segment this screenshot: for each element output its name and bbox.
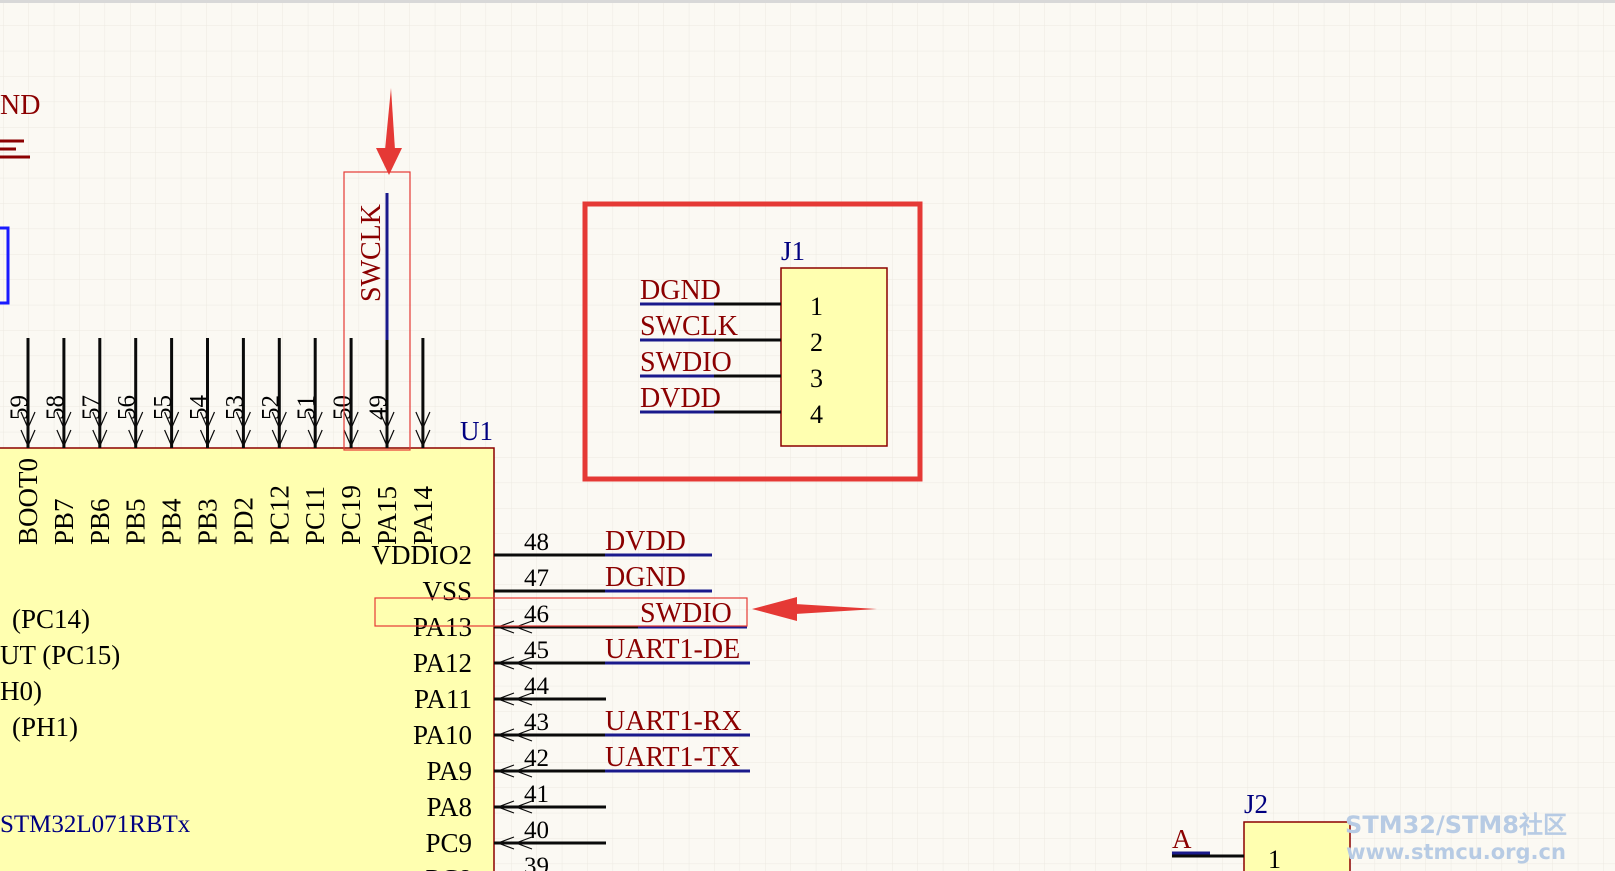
u1-right-pin-name[interactable]: VDDIO2 [372, 540, 473, 570]
u1-right-pin-name[interactable]: VSS [422, 576, 472, 606]
u1-top-pin-name[interactable]: BOOT0 [13, 458, 43, 545]
u1-right-pin-number: 43 [524, 709, 549, 736]
swclk-net-label[interactable]: SWCLK [356, 204, 387, 302]
j1-designator[interactable]: J1 [781, 236, 805, 266]
u1-left-label: (PC14) [12, 604, 90, 634]
u1-top-pin-name[interactable]: PB4 [157, 498, 187, 545]
watermark: STM32/STM8社区 www.stmcu.org.cn [1345, 812, 1567, 866]
u1-top-pin-name[interactable]: PA14 [408, 485, 438, 545]
fragment-net-label[interactable]: ND [0, 90, 40, 121]
j2-pin-1-number: 1 [1268, 845, 1281, 871]
u1-right-pin-number: 41 [524, 781, 549, 808]
u1-top-pin-name[interactable]: PB3 [193, 498, 223, 545]
schematic-canvas[interactable]: ND U1 STM32L071RBTx (PC14) UT (PC15) H0) (P… [0, 0, 1615, 871]
u1-top-pin-number: 58 [42, 395, 69, 420]
u1-right-pin-number: 45 [524, 637, 549, 664]
u1-right-pin-number: 42 [524, 745, 549, 772]
u1-top-pin-number: 57 [78, 395, 105, 420]
watermark-line-2: www.stmcu.org.cn [1346, 840, 1566, 864]
u1-top-pin-name[interactable]: PB5 [121, 498, 151, 545]
u1-right-pin-name[interactable]: PA12 [413, 648, 472, 678]
u1-right-pin-number: 44 [524, 673, 550, 700]
j2-pin-1-net[interactable]: A [1172, 824, 1192, 854]
j1-net-label[interactable]: DGND [640, 275, 721, 306]
top-scrollbar-edge [0, 0, 1615, 3]
u1-top-pin-number: 56 [114, 395, 141, 420]
j2-body[interactable] [1243, 821, 1351, 871]
u1-left-label: H0) [0, 676, 42, 706]
u1-right-pin-name[interactable]: PC8 [425, 864, 472, 871]
u1-part-name: STM32L071RBTx [0, 811, 191, 838]
j1-body[interactable] [780, 267, 888, 447]
u1-right-pin-name[interactable]: PA11 [414, 684, 472, 714]
u1-right-net-label[interactable]: UART1-TX [605, 742, 740, 773]
u1-top-pin-name[interactable]: PA15 [372, 486, 402, 545]
u1-right-pin-name[interactable]: PA8 [426, 792, 472, 822]
j1-pin-number: 1 [810, 292, 823, 321]
u1-right-pin-name[interactable]: PA10 [413, 720, 472, 750]
watermark-line-1: STM32/STM8社区 [1345, 811, 1567, 839]
u1-left-label: UT (PC15) [0, 640, 120, 670]
j1-pin-number: 3 [810, 364, 823, 393]
u1-top-pin-number: 59 [6, 395, 33, 420]
u1-top-pin-number: 53 [221, 395, 248, 420]
u1-left-label: (PH1) [12, 712, 78, 742]
u1-right-pin-name[interactable]: PC9 [425, 828, 472, 858]
u1-top-pin-name[interactable]: PC12 [264, 485, 294, 545]
j2-designator[interactable]: J2 [1244, 789, 1268, 819]
u1-designator[interactable]: U1 [460, 416, 493, 446]
u1-right-net-label[interactable]: SWDIO [640, 598, 732, 629]
u1-right-net-label[interactable]: UART1-DE [605, 634, 740, 665]
u1-top-pin-number: 52 [257, 395, 284, 420]
u1-right-net-label[interactable]: DGND [605, 562, 686, 593]
j1-pin-number: 2 [810, 328, 823, 357]
u1-right-pin-name[interactable]: PA13 [413, 612, 472, 642]
u1-top-pin-number: 55 [150, 395, 177, 420]
u1-right-pin-number: 46 [524, 601, 549, 628]
u1-top-pin-name[interactable]: PC19 [336, 485, 366, 545]
u1-right-net-label[interactable]: UART1-RX [605, 706, 742, 737]
u1-top-pin-name[interactable]: PC11 [300, 486, 330, 545]
u1-top-pin-name[interactable]: PD2 [228, 497, 258, 545]
u1-top-pin-number: 50 [329, 395, 356, 420]
u1-right-net-label[interactable]: DVDD [605, 526, 686, 557]
j1-pin-number: 4 [810, 400, 823, 429]
u1-right-pin-number: 48 [524, 529, 549, 556]
u1-right-pin-number: 40 [524, 817, 549, 844]
u1-top-pin-name[interactable]: PB7 [49, 498, 79, 545]
j1-net-label[interactable]: SWDIO [640, 347, 732, 378]
u1-top-pin-number: 51 [293, 395, 320, 420]
u1-top-pin-number: 49 [365, 395, 392, 420]
u1-top-pin-number: 54 [186, 395, 213, 421]
u1-right-pin-number: 39 [524, 853, 549, 871]
u1-right-pin-name[interactable]: PA9 [426, 756, 472, 786]
j1-net-label[interactable]: SWCLK [640, 311, 738, 342]
j1-net-label[interactable]: DVDD [640, 383, 721, 414]
u1-top-pin-name[interactable]: PB6 [85, 498, 115, 545]
u1-right-pin-number: 47 [524, 565, 549, 592]
